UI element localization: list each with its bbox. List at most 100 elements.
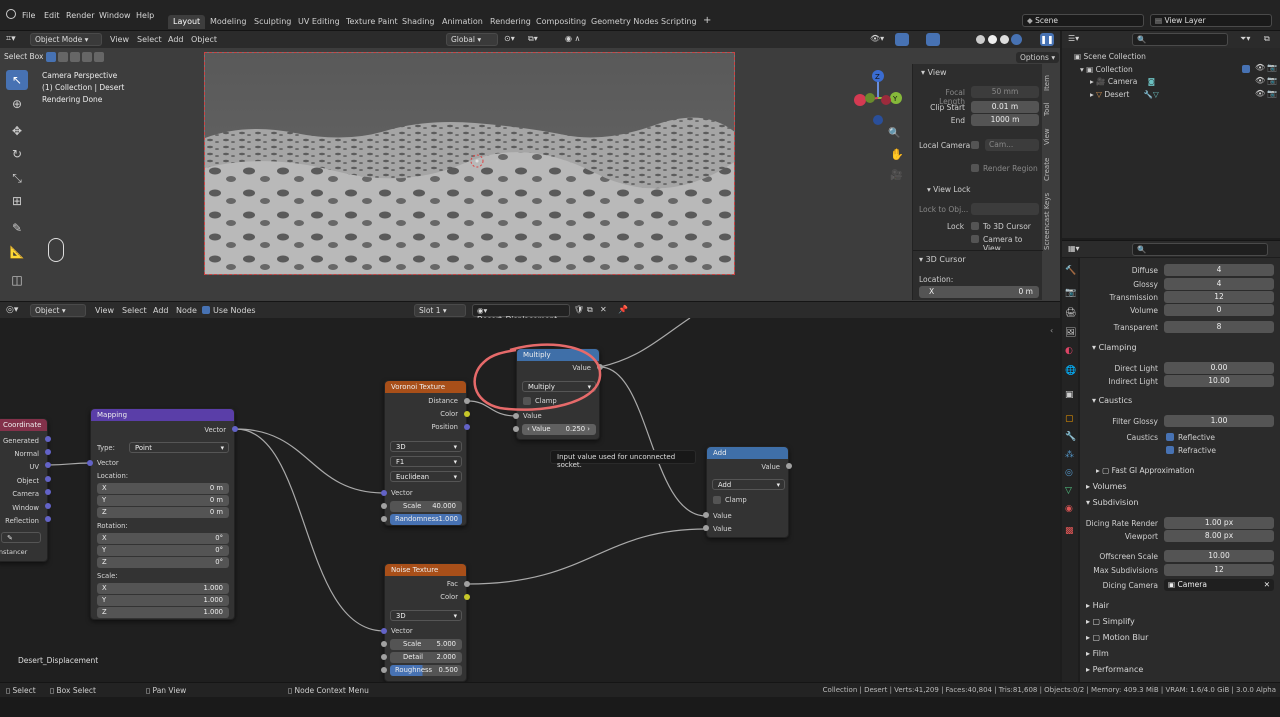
tab-scripting[interactable]: Scripting (656, 15, 702, 29)
object-tab-icon[interactable]: ▢ (1065, 414, 1074, 424)
mapping-node[interactable]: Mapping Vector Type: Point ▾ Vector Locat… (90, 408, 235, 620)
select-new-icon[interactable] (46, 52, 56, 62)
socket-camera[interactable] (45, 489, 51, 495)
new-collection-icon[interactable]: ⧉ (1264, 34, 1270, 44)
noise-texture-node[interactable]: Noise Texture Fac Color 3D ▾ Vector Scale… (384, 563, 467, 682)
coord-object-field[interactable]: ✎ (1, 532, 41, 543)
clip-start-field[interactable]: 0.01 m (971, 101, 1039, 113)
max-bounces-volume-field[interactable]: 0 (1164, 304, 1274, 316)
socket-noise-vector[interactable] (381, 628, 387, 634)
refractive-caustics-checkbox[interactable] (1166, 446, 1174, 454)
view-lock-header[interactable]: ▾ View Lock (927, 185, 970, 194)
add-title[interactable]: Add (707, 447, 788, 459)
mapping-rot-z[interactable]: Z 0° (97, 557, 229, 568)
filter-glossy-field[interactable]: 1.00 (1164, 415, 1274, 427)
tab-compositing[interactable]: Compositing (531, 15, 591, 29)
mapping-loc-y[interactable]: Y0 m (97, 495, 229, 506)
rendered-shading-icon[interactable] (1011, 34, 1022, 45)
outliner-scene-collection[interactable]: ▣ Scene Collection (1074, 52, 1146, 61)
viewport-menu-view[interactable]: View (110, 35, 129, 44)
lock-to-object-field[interactable] (971, 203, 1039, 215)
tab-geometry-nodes[interactable]: Geometry Nodes (586, 15, 663, 29)
max-bounces-glossy-field[interactable]: 4 (1164, 278, 1274, 290)
voronoi-texture-node[interactable]: Voronoi Texture Distance Color Position … (384, 380, 467, 526)
pivot-icon[interactable]: ⊙▾ (504, 34, 515, 43)
tab-shading[interactable]: Shading (397, 15, 440, 29)
subdivision-panel-header[interactable]: ▾ Subdivision (1086, 498, 1138, 507)
menu-edit[interactable]: Edit (44, 11, 60, 20)
socket-normal[interactable] (45, 449, 51, 455)
render-tab-icon[interactable]: 📷 (1065, 288, 1076, 298)
render-region-checkbox[interactable] (971, 164, 979, 172)
socket-noise-detail[interactable] (381, 654, 387, 660)
mapping-loc-z[interactable]: Z0 m (97, 507, 229, 518)
max-bounces-transmission-field[interactable]: 12 (1164, 291, 1274, 303)
editor-type-icon[interactable]: ⌗▾ (6, 34, 16, 44)
dicing-rate-viewport-field[interactable]: 8.00 px (1164, 530, 1274, 542)
tab-uv-editing[interactable]: UV Editing (293, 15, 345, 29)
3d-cursor-panel-header[interactable]: ▾ 3D Cursor (919, 255, 966, 264)
material-tab-icon[interactable]: ◉ (1065, 504, 1073, 514)
simplify-panel-header[interactable]: ▸ ▢ Simplify (1086, 617, 1135, 626)
filter-icon[interactable]: ⏷▾ (1240, 34, 1250, 44)
film-panel-header[interactable]: ▸ Film (1086, 649, 1109, 658)
multiply-value-field[interactable]: ‹ Value 0.250 › (522, 424, 596, 435)
proportional-icon[interactable]: ◉ ∧ (565, 34, 580, 43)
rotate-tool-icon[interactable]: ↻ (6, 144, 28, 164)
socket-voronoi-vector[interactable] (381, 490, 387, 496)
clamping-panel-header[interactable]: ▾ Clamping (1092, 343, 1137, 352)
pan-hand-icon[interactable]: ✋ (890, 148, 904, 161)
camera-view-icon[interactable]: 🎥 (890, 170, 902, 181)
local-camera-checkbox[interactable] (971, 141, 979, 149)
scene-tab-icon[interactable]: ◐ (1065, 346, 1073, 356)
node-editor-canvas[interactable]: Coordinate Generated Normal UV Object Ca… (0, 318, 1060, 682)
particles-tab-icon[interactable]: ⁂ (1065, 450, 1074, 460)
mapping-scale-z[interactable]: Z 1.000 (97, 607, 229, 618)
physics-tab-icon[interactable]: ◎ (1065, 468, 1073, 478)
scale-tool-icon[interactable]: ⤡ (6, 168, 28, 188)
noise-scale-field[interactable]: Scale 5.000 (390, 639, 462, 650)
voronoi-title[interactable]: Voronoi Texture (385, 381, 466, 393)
select-subtract-icon[interactable] (70, 52, 80, 62)
outliner-collection-row[interactable]: ▾ ▣ Collection (1080, 65, 1133, 74)
voronoi-scale-field[interactable]: Scale 40.000 (390, 501, 462, 512)
camera-to-view-checkbox[interactable] (971, 235, 979, 243)
visibility-icon[interactable]: 👁▾ (870, 34, 884, 43)
reflective-caustics-checkbox[interactable] (1166, 433, 1174, 441)
viewport-menu-add[interactable]: Add (168, 35, 184, 44)
voronoi-feature-dropdown[interactable]: F1 ▾ (390, 456, 462, 467)
desert-visibility-icon[interactable]: 👁 (1255, 89, 1265, 98)
measure-tool-icon[interactable]: 📐 (6, 242, 28, 262)
socket-mapping-vector-in[interactable] (87, 460, 93, 466)
gizmo-x-icon[interactable] (854, 94, 866, 106)
volumes-panel-header[interactable]: ▸ Volumes (1086, 482, 1126, 491)
view-layer-selector[interactable]: ▤ View Layer (1150, 14, 1272, 27)
pin-icon[interactable]: 📌 (618, 305, 628, 314)
lock-to-3d-cursor-checkbox[interactable] (971, 222, 979, 230)
move-tool-icon[interactable]: ✥ (6, 121, 28, 141)
slot-dropdown[interactable]: Slot 1 ▾ (414, 304, 466, 317)
npanel-tab-item[interactable]: Item (1043, 70, 1055, 96)
node-menu-select[interactable]: Select (122, 306, 147, 315)
noise-roughness-field[interactable]: Roughness 0.500 (390, 665, 462, 676)
wire-shading-icon[interactable] (1000, 35, 1009, 44)
modifier-tab-icon[interactable]: 🔧 (1065, 432, 1076, 442)
cursor-tool-icon[interactable]: ⊕ (6, 94, 28, 114)
zoom-icon[interactable]: 🔍 (888, 128, 900, 139)
overlay-toggle-icon[interactable] (926, 33, 940, 46)
cursor-x-field[interactable]: X 0 m (919, 286, 1039, 298)
shader-type-dropdown[interactable]: Object ▾ (30, 304, 86, 317)
node-menu-view[interactable]: View (95, 306, 114, 315)
npanel-tab-tool[interactable]: Tool (1043, 98, 1055, 120)
socket-noise-scale[interactable] (381, 641, 387, 647)
local-camera-field[interactable]: Cam... (985, 139, 1039, 151)
mapping-type-dropdown[interactable]: Point ▾ (129, 442, 229, 453)
texture-coordinate-node[interactable]: Coordinate Generated Normal UV Object Ca… (0, 418, 48, 562)
socket-voronoi-position[interactable] (464, 424, 470, 430)
noise-dimensions-dropdown[interactable]: 3D ▾ (390, 610, 462, 621)
fake-user-icon[interactable]: 🛡 (574, 305, 584, 314)
caustics-panel-header[interactable]: ▾ Caustics (1092, 396, 1132, 405)
node-editor-type-icon[interactable]: ◎▾ (6, 305, 18, 315)
tab-layout[interactable]: Layout (168, 15, 206, 29)
tab-modeling[interactable]: Modeling (205, 15, 251, 29)
